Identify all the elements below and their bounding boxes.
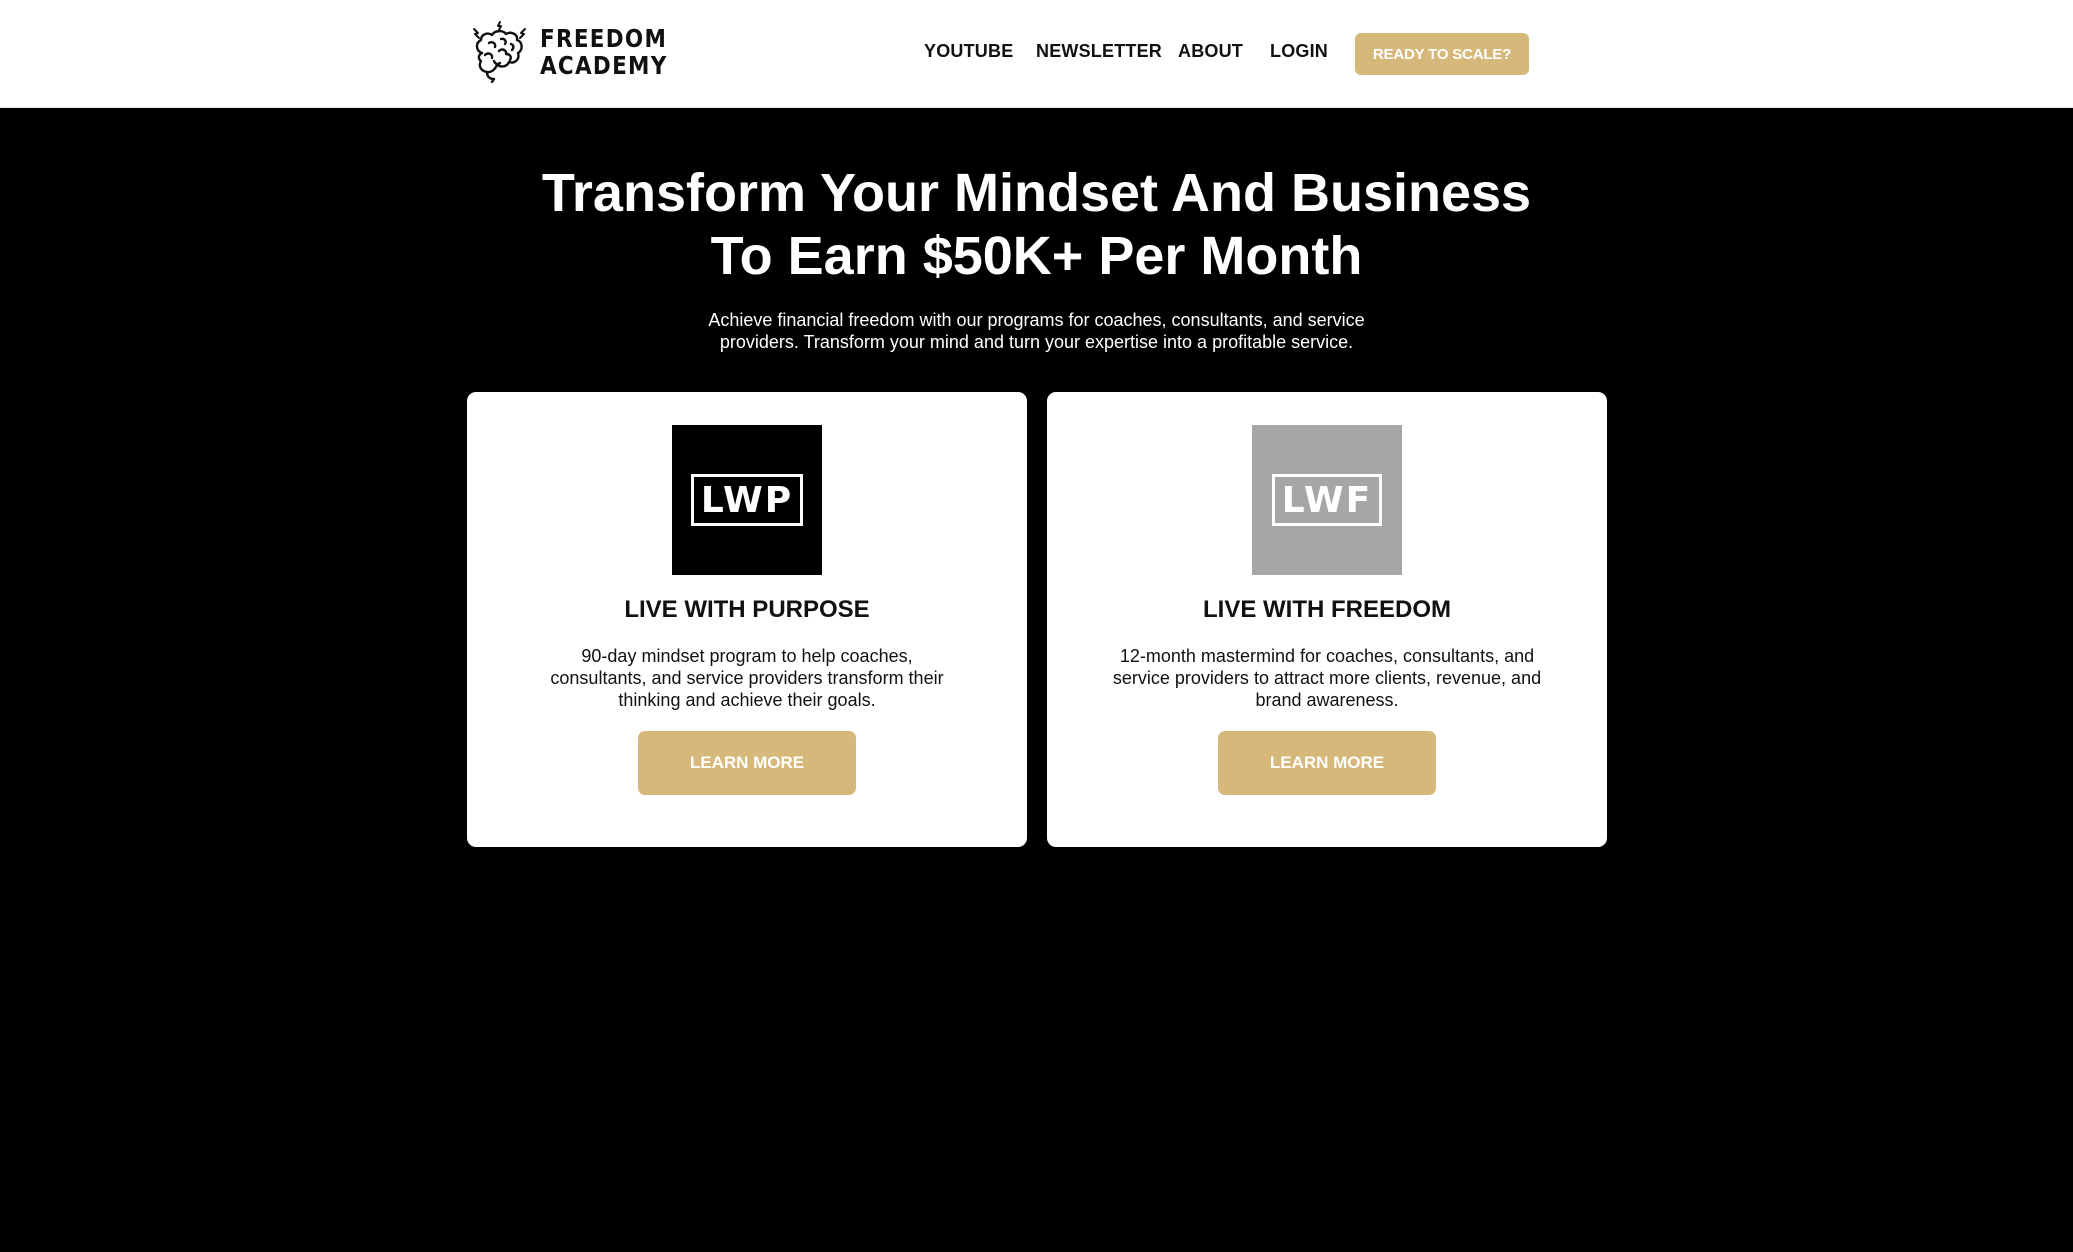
hero-title-line-1: Transform Your Mindset And Business xyxy=(541,163,1532,223)
program-description: 90-day mindset program to help coaches, … xyxy=(507,645,987,711)
learn-more-button-lwp[interactable]: LEARN MORE xyxy=(638,731,856,795)
program-title: LIVE WITH FREEDOM xyxy=(1203,596,1451,623)
program-description-line: 12-month mastermind for coaches, consult… xyxy=(1119,646,1535,666)
nav-newsletter[interactable]: NEWSLETTER xyxy=(1036,41,1162,62)
hero-subtitle-line-2: providers. Transform your mind and turn … xyxy=(719,332,1354,352)
program-description-line: 90-day mindset program to help coaches, xyxy=(581,646,913,666)
hero-title-line-2: To Earn $50K+ Per Month xyxy=(710,226,1363,286)
nav-about[interactable]: ABOUT xyxy=(1178,41,1243,62)
program-description-line: thinking and achieve their goals. xyxy=(618,690,876,710)
program-logo-text: LWP xyxy=(690,474,804,526)
program-logo-lwf: LWF xyxy=(1252,425,1402,575)
learn-more-button-lwf[interactable]: LEARN MORE xyxy=(1218,731,1436,795)
nav-youtube[interactable]: YOUTUBE xyxy=(924,41,1013,62)
program-description-line: consultants, and service providers trans… xyxy=(550,668,944,688)
program-card-lwp: LWP LIVE WITH PURPOSE 90-day mindset pro… xyxy=(467,392,1027,847)
main-nav: YOUTUBE NEWSLETTER ABOUT LOGIN READY TO … xyxy=(0,0,2073,108)
nav-login[interactable]: LOGIN xyxy=(1270,41,1328,62)
program-description-line: brand awareness. xyxy=(1255,690,1399,710)
program-title: LIVE WITH PURPOSE xyxy=(624,596,870,623)
program-description-line: service providers to attract more client… xyxy=(1112,668,1542,688)
hero-subtitle-line-1: Achieve financial freedom with our progr… xyxy=(708,310,1365,330)
ready-to-scale-button[interactable]: READY TO SCALE? xyxy=(1355,33,1529,75)
program-logo-lwp: LWP xyxy=(672,425,822,575)
hero-subtitle: Achieve financial freedom with our progr… xyxy=(0,309,2073,353)
hero-title: Transform Your Mindset And Business To E… xyxy=(0,162,2073,288)
site-header: FREEDOM ACADEMY YOUTUBE NEWSLETTER ABOUT… xyxy=(0,0,2073,108)
program-description: 12-month mastermind for coaches, consult… xyxy=(1087,645,1567,711)
program-card-lwf: LWF LIVE WITH FREEDOM 12-month mastermin… xyxy=(1047,392,1607,847)
program-logo-text: LWF xyxy=(1271,474,1383,526)
